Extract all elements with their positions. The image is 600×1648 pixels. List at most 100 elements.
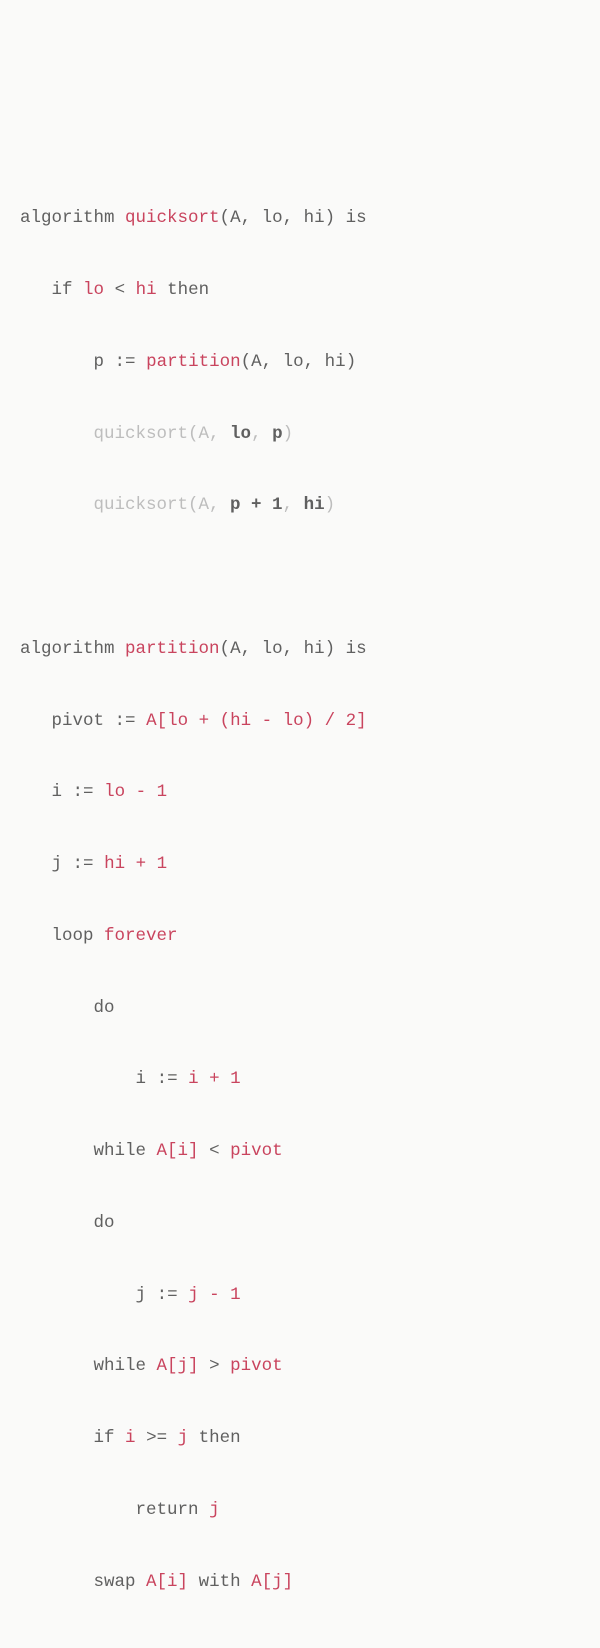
operator: >= [146, 1428, 167, 1448]
keyword: do [94, 1213, 115, 1233]
arg: A [230, 208, 241, 228]
assign: := [157, 1069, 178, 1089]
function-name: quicksort [125, 208, 220, 228]
variable: hi [136, 280, 157, 300]
dimmed-call: quicksort(A, [94, 424, 231, 444]
code-line: i := i + 1 [20, 1062, 580, 1098]
code-line: if i >= j then [20, 1421, 580, 1457]
code-line: quicksort(A, p + 1, hi) [20, 488, 580, 524]
code-line: do [20, 1206, 580, 1242]
keyword: forever [104, 926, 178, 946]
keyword: algorithm [20, 208, 115, 228]
keyword: with [199, 1572, 241, 1592]
code-line: algorithm quicksort(A, lo, hi) is [20, 201, 580, 237]
variable: p [94, 352, 105, 372]
code-line: loop forever [20, 919, 580, 955]
expression: p + 1 [230, 495, 283, 515]
expression: A[i] [157, 1141, 199, 1161]
comma: , [283, 208, 304, 228]
function-name: partition [125, 639, 220, 659]
arg: hi [325, 352, 346, 372]
code-line: p := partition(A, lo, hi) [20, 345, 580, 381]
code-line: i := lo - 1 [20, 775, 580, 811]
comma: , [251, 424, 272, 444]
assign: := [157, 1285, 178, 1305]
code-line: quicksort(A, lo, p) [20, 417, 580, 453]
arg: lo [262, 208, 283, 228]
pseudocode-block: algorithm quicksort(A, lo, hi) is if lo … [20, 166, 580, 1637]
paren-close: ) [325, 639, 336, 659]
keyword: then [199, 1428, 241, 1448]
keyword: if [52, 280, 73, 300]
code-line: j := j - 1 [20, 1278, 580, 1314]
expression: A[j] [251, 1572, 293, 1592]
operator: < [209, 1141, 220, 1161]
arg: hi [304, 208, 325, 228]
code-line: do [20, 991, 580, 1027]
code-line: while A[i] < pivot [20, 1134, 580, 1170]
variable: j [209, 1500, 220, 1520]
arg: lo [262, 639, 283, 659]
operator: > [209, 1356, 220, 1376]
variable: i [136, 1069, 147, 1089]
keyword: is [346, 208, 367, 228]
code-line: algorithm partition(A, lo, hi) is [20, 632, 580, 668]
operator: < [115, 280, 126, 300]
paren-close: ) [325, 208, 336, 228]
arg: A [230, 639, 241, 659]
function-call: partition [146, 352, 241, 372]
paren-close: ) [283, 424, 294, 444]
keyword: while [94, 1356, 147, 1376]
variable: hi [304, 495, 325, 515]
variable: p [272, 424, 283, 444]
paren-close: ) [325, 495, 336, 515]
paren-open: ( [220, 639, 231, 659]
comma: , [304, 352, 325, 372]
code-line: return j [20, 1493, 580, 1529]
dimmed-call: quicksort(A, [94, 495, 231, 515]
keyword: loop [52, 926, 94, 946]
variable: i [125, 1428, 136, 1448]
comma: , [241, 208, 262, 228]
code-line: if lo < hi then [20, 273, 580, 309]
arg: lo [283, 352, 304, 372]
comma: , [241, 639, 262, 659]
code-line: pivot := A[lo + (hi - lo) / 2] [20, 704, 580, 740]
comma: , [283, 639, 304, 659]
keyword: if [94, 1428, 115, 1448]
keyword: algorithm [20, 639, 115, 659]
expression: lo - 1 [104, 782, 167, 802]
code-line: swap A[i] with A[j] [20, 1565, 580, 1601]
expression: j - 1 [188, 1285, 241, 1305]
variable: lo [230, 424, 251, 444]
arg: A [251, 352, 262, 372]
variable: pivot [52, 711, 105, 731]
expression: i + 1 [188, 1069, 241, 1089]
variable: lo [83, 280, 104, 300]
assign: := [73, 782, 94, 802]
variable: i [52, 782, 63, 802]
expression: A[i] [146, 1572, 188, 1592]
assign: := [73, 854, 94, 874]
keyword: then [167, 280, 209, 300]
paren-open: ( [241, 352, 252, 372]
variable: pivot [230, 1141, 283, 1161]
variable: pivot [230, 1356, 283, 1376]
code-line: while A[j] > pivot [20, 1349, 580, 1385]
code-line: j := hi + 1 [20, 847, 580, 883]
keyword: while [94, 1141, 147, 1161]
blank-line [20, 560, 580, 596]
assign: := [115, 352, 136, 372]
expression: hi + 1 [104, 854, 167, 874]
comma: , [283, 495, 304, 515]
arg: hi [304, 639, 325, 659]
comma: , [262, 352, 283, 372]
keyword: swap [94, 1572, 136, 1592]
paren-close: ) [346, 352, 357, 372]
variable: j [136, 1285, 147, 1305]
expression: A[lo + (hi - lo) / 2] [146, 711, 367, 731]
assign: := [115, 711, 136, 731]
variable: j [178, 1428, 189, 1448]
keyword: do [94, 998, 115, 1018]
expression: A[j] [157, 1356, 199, 1376]
